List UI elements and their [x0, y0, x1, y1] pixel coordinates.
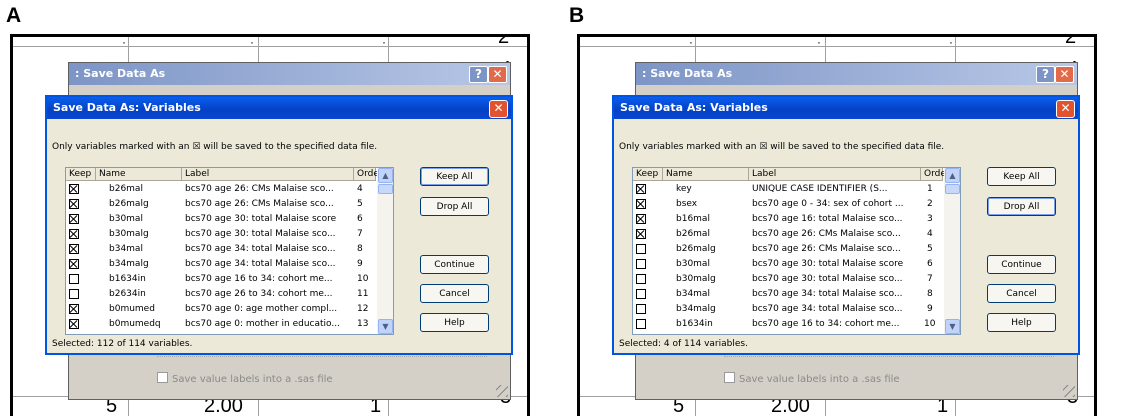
panel-b: · · · 2 4 0 3 5 2.00 1 : Save Data As ? … [577, 34, 1097, 416]
sheet-border [577, 34, 1097, 416]
panel-label-b: B [569, 4, 585, 27]
panel-label-a: A [6, 4, 22, 27]
sheet-border [10, 34, 530, 416]
panel-a: · · · 2 4 0 3 5 2.00 1 : Save Data As ? … [10, 34, 530, 416]
